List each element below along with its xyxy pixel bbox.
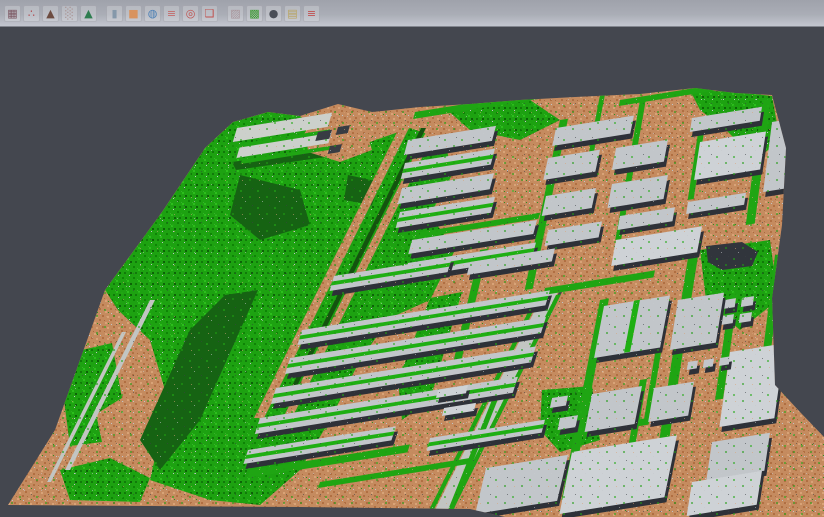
layers-icon[interactable]: ≡ (163, 5, 180, 22)
zoom-extent-icon[interactable]: ❑ (201, 5, 218, 22)
points-sparse-icon[interactable]: ░ (61, 5, 78, 22)
toolbar-separator (98, 5, 105, 22)
classification-colors-icon[interactable]: ▩ (246, 5, 263, 22)
scatter-points-icon[interactable]: ∴ (23, 5, 40, 22)
terrain-icon[interactable]: ▲ (42, 5, 59, 22)
application-window: ▦∴▲░▲▮■◍≡◎❑▨▩●▤≡ (0, 0, 824, 517)
flag-stripes-icon[interactable]: ≡ (303, 5, 320, 22)
globe-icon[interactable]: ◍ (144, 5, 161, 22)
toolbar: ▦∴▲░▲▮■◍≡◎❑▨▩●▤≡ (0, 0, 824, 27)
measure-icon[interactable]: ▤ (284, 5, 301, 22)
points-cloud-icon[interactable]: ▦ (4, 5, 21, 22)
sphere-view-icon[interactable]: ● (265, 5, 282, 22)
point-cloud-viewport[interactable] (0, 27, 824, 517)
target-icon[interactable]: ◎ (182, 5, 199, 22)
toolbar-separator (219, 5, 226, 22)
grid-icon[interactable]: ▨ (227, 5, 244, 22)
viewport-container (0, 27, 824, 517)
surface-model-icon[interactable]: ▲ (80, 5, 97, 22)
ortho-image-icon[interactable]: ■ (125, 5, 142, 22)
panel-icon[interactable]: ▮ (106, 5, 123, 22)
